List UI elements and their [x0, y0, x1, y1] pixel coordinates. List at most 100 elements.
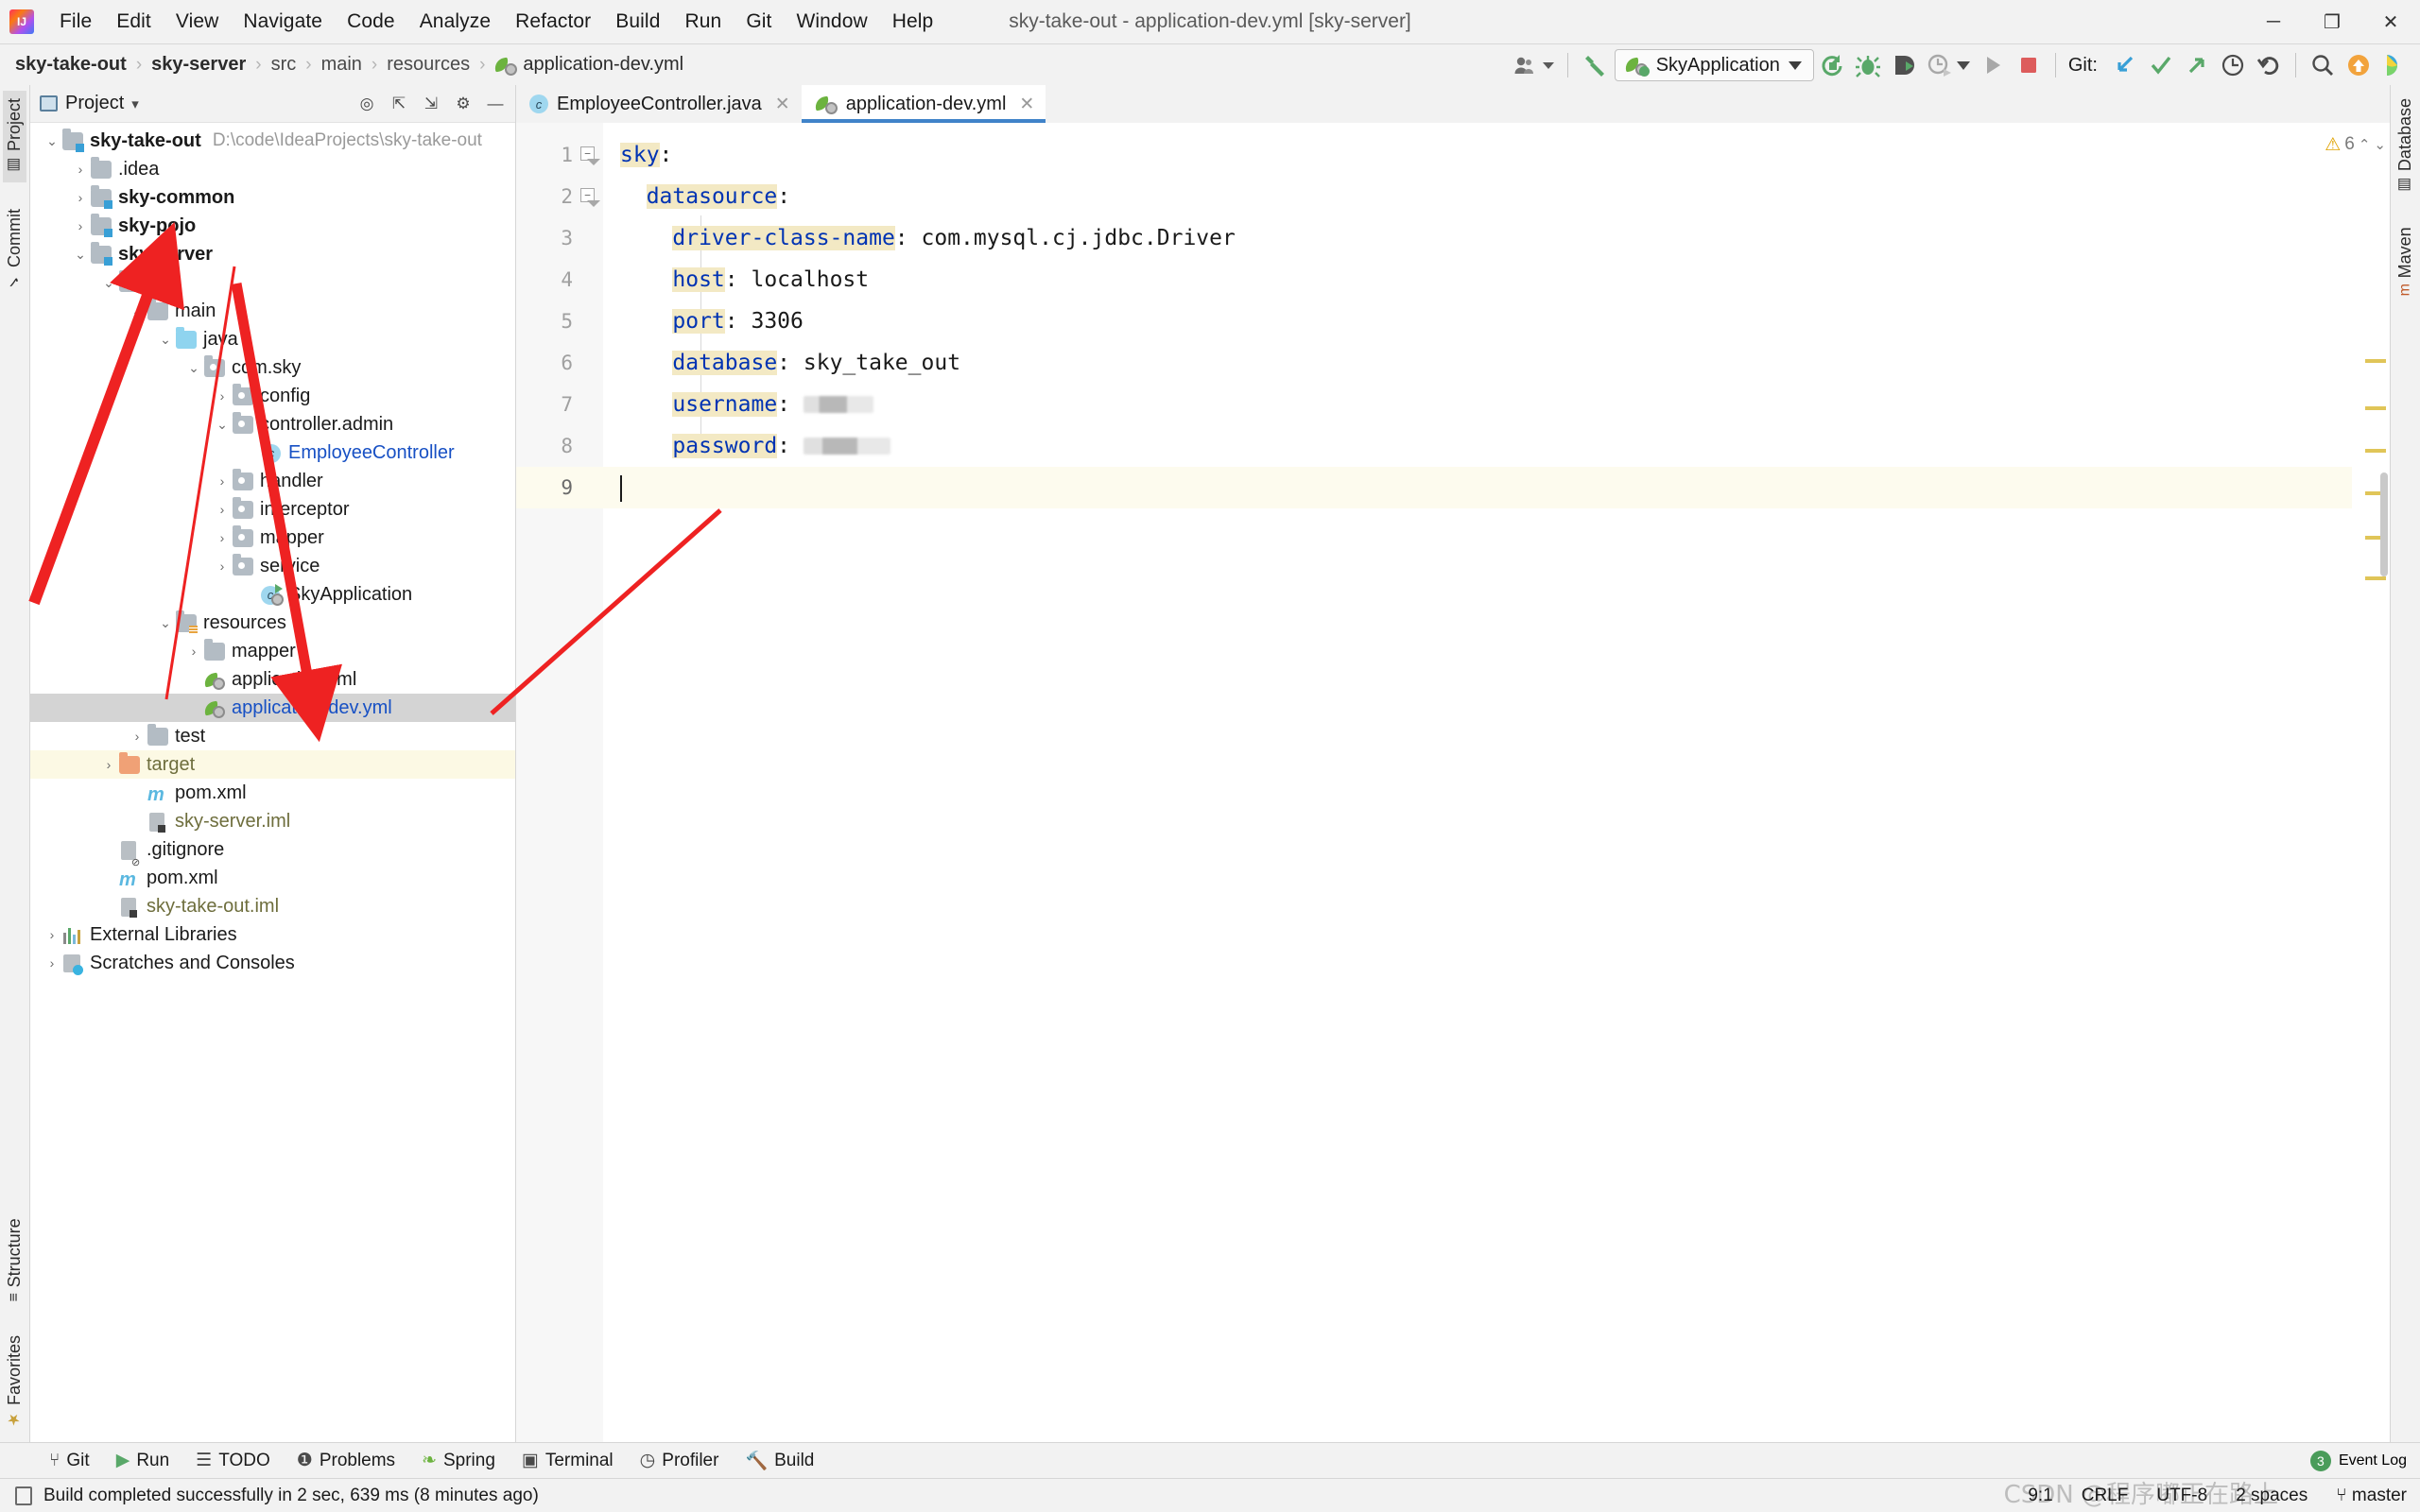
editor-code[interactable]: sky: datasource: driver-class-name: com.…: [603, 123, 2352, 1442]
fold-collapse-icon[interactable]: −: [580, 188, 596, 205]
tree-node-application-yml[interactable]: application.yml: [30, 665, 515, 694]
code-line[interactable]: password:: [603, 425, 2352, 467]
tool-window-git[interactable]: ⑂ Git: [36, 1447, 103, 1475]
maximize-button[interactable]: ❐: [2303, 0, 2361, 43]
chevron-right-icon[interactable]: ›: [42, 955, 62, 971]
tree-node-src[interactable]: ⌄ src: [30, 268, 515, 297]
locate-icon[interactable]: ◎: [353, 90, 381, 118]
chevron-right-icon[interactable]: ›: [212, 502, 233, 517]
minimize-button[interactable]: ─: [2244, 0, 2303, 43]
menu-analyze[interactable]: Analyze: [407, 8, 503, 36]
menu-navigate[interactable]: Navigate: [231, 8, 335, 36]
tree-node-external-libraries[interactable]: › External Libraries: [30, 920, 515, 949]
tool-window-terminal[interactable]: ▣ Terminal: [509, 1446, 627, 1475]
ide-feature-icon[interactable]: [2377, 47, 2412, 83]
caret-position[interactable]: 9:1: [2028, 1486, 2052, 1506]
tree-node-scratches-and-consoles[interactable]: › Scratches and Consoles: [30, 949, 515, 977]
chevron-down-icon[interactable]: ⌄: [42, 133, 62, 149]
breadcrumb-main[interactable]: main: [320, 54, 364, 76]
profiler-icon[interactable]: [1922, 47, 1975, 83]
editor-scrollbar-thumb[interactable]: [2380, 472, 2388, 576]
chevron-right-icon[interactable]: ›: [70, 162, 91, 177]
project-tree[interactable]: ⌄ sky-take-out D:\code\IdeaProjects\sky-ta…: [30, 123, 515, 1442]
tree-node-test[interactable]: › test: [30, 722, 515, 750]
tree-node-skyapplication[interactable]: c SkyApplication: [30, 580, 515, 609]
chevron-right-icon[interactable]: ›: [212, 558, 233, 574]
expand-all-icon[interactable]: ⇲: [417, 90, 445, 118]
chevron-right-icon[interactable]: ›: [127, 729, 147, 744]
run-with-coverage-icon[interactable]: [1886, 47, 1922, 83]
menu-run[interactable]: Run: [672, 8, 734, 36]
chevron-down-icon[interactable]: ⌄: [183, 360, 204, 376]
git-history-icon[interactable]: [2215, 47, 2251, 83]
close-button[interactable]: ✕: [2361, 0, 2420, 43]
inspection-mark[interactable]: [2365, 359, 2386, 363]
notification-icon[interactable]: [2341, 47, 2377, 83]
settings-gear-icon[interactable]: ⚙: [449, 90, 477, 118]
git-branch-widget[interactable]: ⑂ master: [2336, 1486, 2407, 1506]
line-number[interactable]: 4: [516, 259, 603, 301]
chevron-down-icon[interactable]: ⌄: [98, 275, 119, 291]
run-icon[interactable]: [1975, 47, 2011, 83]
chevron-right-icon[interactable]: ›: [212, 473, 233, 489]
menu-file[interactable]: File: [47, 8, 104, 36]
breadcrumb-file[interactable]: application-dev.yml: [493, 54, 685, 76]
tree-node-java[interactable]: ⌄ java: [30, 325, 515, 353]
tree-node-controller-admin[interactable]: ⌄ controller.admin: [30, 410, 515, 438]
menu-git[interactable]: Git: [734, 8, 784, 36]
line-number[interactable]: 5: [516, 301, 603, 342]
tree-node-pom-xml[interactable]: m pom.xml: [30, 864, 515, 892]
git-commit-icon[interactable]: [2143, 47, 2179, 83]
inspection-mark[interactable]: [2365, 406, 2386, 410]
tree-node-target[interactable]: › target: [30, 750, 515, 779]
build-hammer-icon[interactable]: [1577, 47, 1615, 83]
line-number[interactable]: 8: [516, 425, 603, 467]
chevron-down-icon[interactable]: ⌄: [155, 615, 176, 631]
chevron-down-icon[interactable]: ⌄: [127, 303, 147, 319]
event-log-widget[interactable]: 3 Event Log: [2309, 1450, 2420, 1471]
tree-node-application-dev-yml[interactable]: application-dev.yml: [30, 694, 515, 722]
tree-node-main[interactable]: ⌄ main: [30, 297, 515, 325]
tool-window-problems[interactable]: ❶ Problems: [284, 1446, 408, 1475]
close-icon[interactable]: ✕: [775, 94, 790, 115]
tree-node-handler[interactable]: › handler: [30, 467, 515, 495]
file-encoding[interactable]: UTF-8: [2156, 1486, 2207, 1506]
tree-node-mapper[interactable]: › mapper: [30, 524, 515, 552]
chevron-down-icon[interactable]: ▾: [131, 95, 139, 112]
git-update-icon[interactable]: [2107, 47, 2143, 83]
code-line[interactable]: database: sky_take_out: [603, 342, 2352, 384]
breadcrumb-src[interactable]: src: [269, 54, 299, 76]
tree-node-pom-xml[interactable]: m pom.xml: [30, 779, 515, 807]
code-line[interactable]: sky:: [603, 134, 2352, 176]
search-everywhere-icon[interactable]: [2305, 47, 2341, 83]
tree-node-config[interactable]: › config: [30, 382, 515, 410]
tree-node-resources[interactable]: ⌄ resources: [30, 609, 515, 637]
tree-node-com-sky[interactable]: ⌄ com.sky: [30, 353, 515, 382]
tree-node-sky-take-out[interactable]: ⌄ sky-take-out D:\code\IdeaProjects\sky-ta…: [30, 127, 515, 155]
line-separator[interactable]: CRLF: [2082, 1486, 2129, 1506]
breadcrumb-sky-server[interactable]: sky-server: [149, 54, 248, 76]
stop-icon[interactable]: [2011, 47, 2047, 83]
tree-node-sky-common[interactable]: › sky-common: [30, 183, 515, 212]
chevron-down-icon[interactable]: ⌄: [2374, 136, 2386, 153]
inspection-mark[interactable]: [2365, 576, 2386, 580]
chevron-right-icon[interactable]: ›: [98, 757, 119, 772]
collapse-all-icon[interactable]: ⇱: [385, 90, 413, 118]
chevron-right-icon[interactable]: ›: [70, 190, 91, 205]
rail-tab-structure[interactable]: ≡ Structure: [3, 1211, 26, 1309]
tree-node-sky-pojo[interactable]: › sky-pojo: [30, 212, 515, 240]
tool-window-run[interactable]: ▶ Run: [103, 1446, 182, 1475]
user-avatar-icon[interactable]: [1509, 47, 1559, 83]
line-number[interactable]: 9: [516, 467, 603, 508]
tool-window-build[interactable]: 🔨 Build: [732, 1446, 827, 1476]
chevron-down-icon[interactable]: ⌄: [212, 417, 233, 433]
code-line[interactable]: port: 3306: [603, 301, 2352, 342]
menu-window[interactable]: Window: [784, 8, 879, 36]
chevron-right-icon[interactable]: ›: [42, 927, 62, 942]
tab-application-dev-yml[interactable]: application-dev.yml ✕: [801, 85, 1046, 123]
fold-collapse-icon[interactable]: −: [580, 146, 596, 163]
code-line[interactable]: datasource:: [603, 176, 2352, 217]
tree-node-sky-take-out-iml[interactable]: sky-take-out.iml: [30, 892, 515, 920]
debug-icon[interactable]: [1850, 47, 1886, 83]
chevron-right-icon[interactable]: ›: [212, 388, 233, 404]
